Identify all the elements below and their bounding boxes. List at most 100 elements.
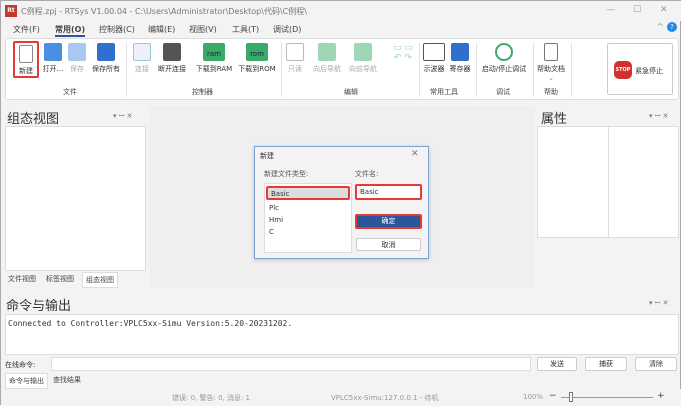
disconnect-icon [163, 43, 181, 61]
menu-common[interactable]: 常用(O) [55, 24, 86, 37]
tab-command-output[interactable]: 命令与输出 [5, 373, 48, 389]
menu-file[interactable]: 文件(F) [13, 24, 40, 35]
cancel-button[interactable]: 取消 [356, 238, 421, 251]
dialog-title: 新建 [260, 152, 274, 160]
close-icon[interactable]: ✕ [660, 5, 668, 15]
zoom-slider[interactable] [561, 397, 653, 398]
file-type-hmi[interactable]: Hmi [269, 216, 283, 224]
save-button[interactable]: 保存 [66, 43, 88, 74]
save-icon [68, 43, 86, 61]
download-ram-icon: ram [203, 43, 225, 61]
dialog-close-icon[interactable]: ✕ [411, 149, 419, 159]
emergency-stop-button[interactable]: STOP 紧急停止 [607, 43, 673, 95]
menu-view[interactable]: 视图(V) [189, 24, 217, 35]
divider [281, 43, 282, 97]
panel-controls[interactable]: ▾ ꟷ ✕ [649, 299, 669, 308]
collapse-ribbon-icon[interactable]: ^ [657, 22, 664, 31]
file-type-c[interactable]: C [269, 228, 274, 236]
maximize-icon[interactable]: ☐ [633, 5, 641, 15]
connect-icon [133, 43, 151, 61]
menu-bar: 文件(F) 常用(O) 控制器(C) 编辑(E) 视图(V) 工具(T) 调试(… [1, 21, 681, 37]
menu-controller[interactable]: 控制器(C) [99, 24, 135, 35]
new-file-dialog: 新建 ✕ 新建文件类型: Basic Plc Hmi C 文件名: Basic … [254, 146, 429, 259]
panel-controls[interactable]: ▾ ꟷ ✕ [649, 112, 669, 121]
arrow-left-icon [318, 43, 336, 61]
zoom-in-icon[interactable]: + [657, 391, 665, 401]
oscilloscope-button[interactable]: 示波器 [422, 43, 446, 74]
help-docs-button[interactable]: 帮助文档 ⌄ [536, 43, 566, 82]
divider [126, 43, 127, 97]
new-file-icon [19, 45, 33, 63]
output-text: Connected to Controller:VPLC5xx-Simu Ver… [5, 314, 679, 355]
menu-edit[interactable]: 编辑(E) [148, 24, 175, 35]
register-button[interactable]: 寄存器 [448, 43, 472, 74]
group-debug-label: 调试 [496, 88, 510, 96]
undo-redo-buttons[interactable]: ▭ ▭ ↶ ↷ [388, 43, 418, 63]
arrow-right-icon [354, 43, 372, 61]
save-all-button[interactable]: 保存所有 [90, 43, 122, 74]
tab-file-view[interactable]: 文件视图 [8, 274, 36, 284]
minimize-icon[interactable]: — [606, 5, 615, 15]
zoom-out-icon[interactable]: − [549, 391, 557, 401]
window-title: C例程.zpj - RTSys V1.00.04 - C:\Users\Admi… [21, 7, 307, 16]
menu-tools[interactable]: 工具(T) [232, 24, 259, 35]
open-button[interactable]: 打开... [40, 43, 66, 74]
help-doc-icon [544, 43, 558, 61]
file-type-plc[interactable]: Plc [269, 204, 279, 212]
right-panel-title: 属性 [541, 112, 568, 127]
file-type-basic[interactable]: Basic [266, 186, 350, 200]
panel-controls[interactable]: ▾ ꟷ ✕ [113, 112, 133, 121]
divider [571, 43, 572, 97]
divider [533, 43, 534, 97]
emergency-stop-label: 紧急停止 [635, 67, 663, 75]
new-button[interactable]: 新建 [13, 41, 39, 78]
divider [476, 43, 477, 97]
download-rom-button[interactable]: rom 下载到ROM [236, 43, 278, 74]
title-bar: Rt C例程.zpj - RTSys V1.00.04 - C:\Users\A… [1, 1, 681, 21]
ribbon: 新建 打开... 保存 保存所有 文件 连接 断开连接 ram 下载到RAM ro… [5, 38, 679, 100]
zoom-slider-thumb[interactable] [569, 392, 573, 402]
connect-button[interactable]: 连接 [130, 43, 154, 74]
clear-button[interactable]: 清除 [635, 357, 677, 371]
save-all-icon [97, 43, 115, 61]
file-name-label: 文件名: [355, 170, 379, 178]
zoom-level: 100% [523, 393, 544, 401]
download-rom-icon: rom [246, 43, 268, 61]
app-logo: Rt [5, 5, 17, 17]
register-icon [451, 43, 469, 61]
command-input[interactable] [51, 357, 531, 371]
type-label: 新建文件类型: [264, 170, 309, 178]
disconnect-button[interactable]: 断开连接 [155, 43, 189, 74]
file-name-input[interactable]: Basic [355, 184, 422, 200]
navigate-forward-button[interactable]: 向前导航 [346, 43, 380, 74]
status-connection: VPLC5xx-Simu:127.0.0.1 - 待机 [331, 394, 439, 402]
left-panel-title: 组态视图 [7, 112, 60, 127]
output-tabs: 命令与输出 查找结果 [5, 373, 679, 389]
bug-icon [495, 43, 513, 61]
download-ram-button[interactable]: ram 下载到RAM [194, 43, 234, 74]
file-type-list: Basic Plc Hmi C [264, 183, 352, 253]
send-button[interactable]: 发送 [537, 357, 577, 371]
group-file-label: 文件 [63, 88, 77, 96]
group-help-label: 帮助 [544, 88, 558, 96]
readonly-button[interactable]: 只读 [284, 43, 306, 74]
ok-button[interactable]: 确定 [355, 214, 422, 229]
group-edit-label: 编辑 [344, 88, 358, 96]
menu-debug[interactable]: 调试(D) [273, 24, 301, 35]
stop-icon: STOP [614, 61, 632, 79]
config-view-tree[interactable] [5, 126, 146, 271]
navigate-back-button[interactable]: 向后导航 [310, 43, 344, 74]
start-stop-debug-button[interactable]: 启动/停止调试 [479, 43, 529, 74]
capture-button[interactable]: 捕获 [585, 357, 627, 371]
tab-config-view[interactable]: 组态视图 [82, 272, 118, 288]
output-panel-title: 命令与输出 [6, 299, 72, 314]
left-panel-tabs: 文件视图 标签视图 组态视图 [5, 272, 146, 288]
help-icon[interactable]: ? [667, 22, 677, 32]
oscilloscope-icon [423, 43, 445, 61]
tab-tag-view[interactable]: 标签视图 [46, 274, 74, 284]
tab-find-results[interactable]: 查找结果 [53, 375, 81, 385]
group-tools-label: 常用工具 [430, 88, 458, 96]
status-bar: 错误: 0, 警告: 0, 消息: 1 VPLC5xx-Simu:127.0.0… [1, 389, 681, 406]
readonly-icon [286, 43, 304, 61]
command-label: 在线命令: [5, 361, 36, 369]
